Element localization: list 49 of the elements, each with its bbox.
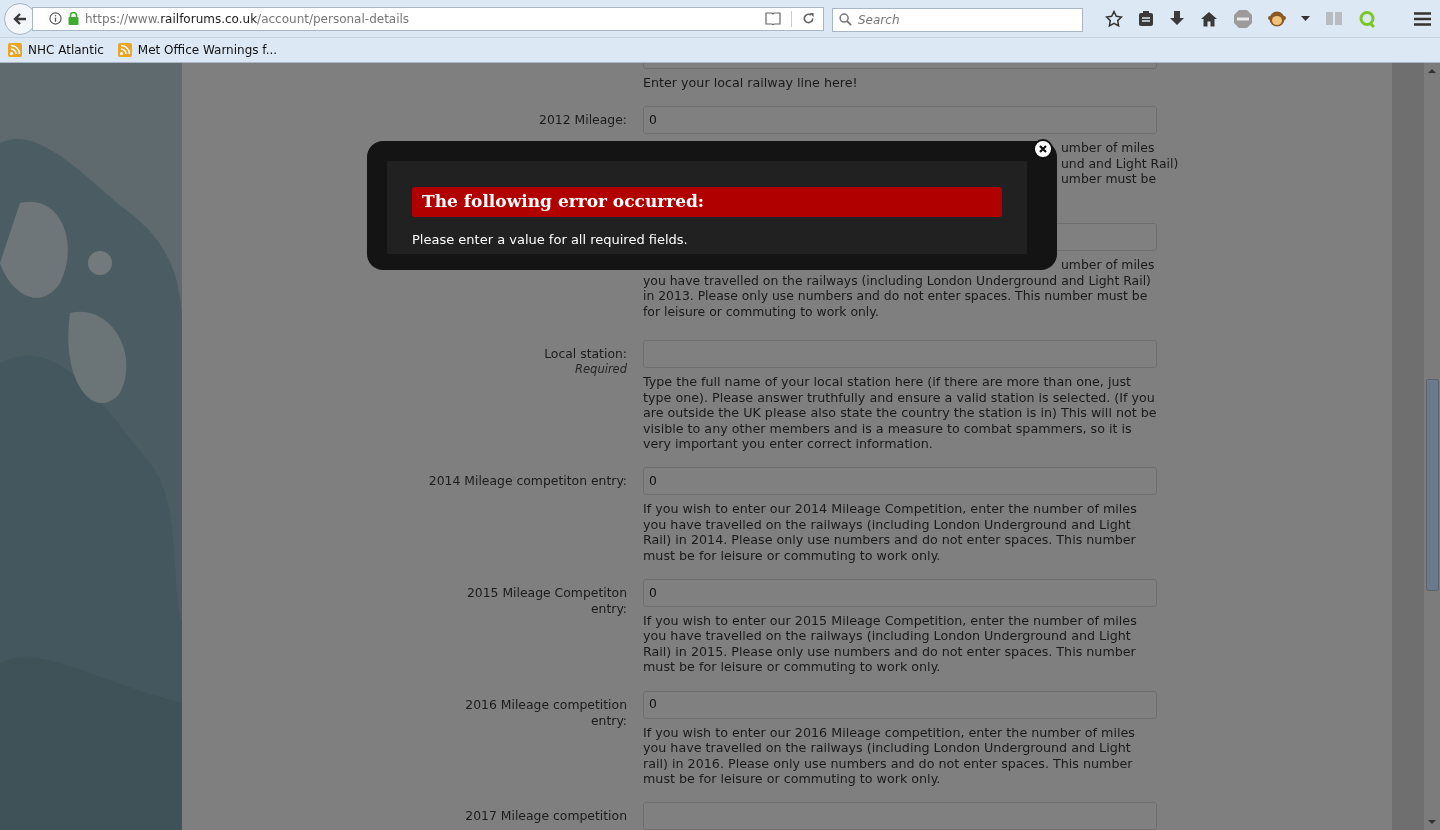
info-icon[interactable] (49, 12, 62, 25)
help-text: for leisure or commuting to work only. (643, 303, 879, 320)
bookmark-star-icon[interactable] (1105, 9, 1123, 28)
error-title: The following error occurred: (412, 187, 1002, 217)
input-field[interactable]: 0 (643, 579, 1157, 608)
help-text: you have travelled on the railways (including London Underground and Light Rail) (643, 272, 1151, 289)
scrollbar[interactable] (1424, 63, 1440, 830)
close-button[interactable] (1033, 139, 1053, 159)
clipboard-icon[interactable] (1138, 10, 1154, 27)
feed-icon (8, 43, 22, 57)
help-text: If you wish to enter our 2014 Mileage Competition, enter the number of miles you have travelled on the railways (including London Underground and Light Rail) in 2014. Please only use numbers and do not enter spaces. This number must be for leisure or commuting to work only. (643, 501, 1138, 564)
help-text: umber of miles (1061, 140, 1155, 156)
help-text: umber of miles (1061, 257, 1155, 273)
search-icon (839, 12, 852, 26)
input-field[interactable]: 0 (643, 106, 1157, 135)
home-icon[interactable] (1200, 10, 1218, 27)
bookmark-link[interactable]: NHC Atlantic (8, 41, 104, 59)
feed-icon (117, 43, 132, 57)
help-text: Type the full name of your local station here (if there are more than one, just type one). Please answer truthfully and ensure a valid station is selected. (If you are outside the UK please also state the country the station is in) This will not be visible to any other members and is a measure to combat spammers, so it is very important you enter correct information. (643, 374, 1157, 452)
address-bar[interactable]: https://www.railforums.co.uk/account/personal-details (32, 6, 824, 31)
reader-view-icon[interactable] (765, 12, 781, 25)
url-text: https://www.railforums.co.uk/account/personal-details (85, 10, 410, 28)
help-text: Enter your local railway line here! (643, 75, 859, 91)
search-field[interactable]: Search (832, 7, 1083, 32)
scrollbar-thumb[interactable] (1425, 379, 1439, 591)
error-message: Please enter a value for all required fields. (412, 230, 689, 249)
dropdown-caret-icon[interactable] (1301, 15, 1310, 22)
field-label: 2017 Mileage competition (464, 808, 627, 825)
help-text: If you wish to enter our 2016 Mileage competition, enter the number of miles you have travelled on the railways (including London Underground and Light rail) in 2016. Please only use numbers and do not enter spaces. This number must be for leisure or commuting to work only. (643, 724, 1136, 787)
monkey-icon[interactable] (1268, 9, 1286, 28)
lock-icon[interactable] (68, 12, 79, 25)
back-arrow-icon (12, 10, 28, 27)
menu-icon[interactable] (1414, 11, 1431, 26)
field-label: 2014 Mileage competiton entry: (428, 473, 627, 490)
input-field[interactable]: 0 (643, 467, 1157, 496)
field-label: Local station: (543, 346, 627, 363)
field-label: 2012 Mileage: (538, 112, 627, 129)
help-text: umber must be (1061, 171, 1157, 187)
reload-icon[interactable] (802, 12, 815, 25)
help-text: in 2013. Please only use numbers and do not enter spaces. This number must be (643, 288, 1148, 304)
help-text: If you wish to enter our 2015 Mileage Competition, enter the number of miles you have travelled on the railways (including London Underground and Light Rail) in 2015. Please only use numbers and do not enter spaces. This number must be for leisure or commuting to work only. (643, 613, 1138, 675)
required-note: Required (575, 362, 627, 377)
bookmark-link[interactable]: Met Office Warnings f... (117, 41, 278, 59)
field-label: 2015 Mileage Competiton entry: (465, 585, 627, 618)
help-text: und and Light Rail) (1061, 155, 1179, 172)
field-label: 2016 Mileage competition entry: (464, 696, 627, 729)
input-field[interactable]: 0 (643, 690, 1157, 719)
download-icon[interactable] (1169, 10, 1185, 27)
close-icon (1039, 145, 1047, 153)
